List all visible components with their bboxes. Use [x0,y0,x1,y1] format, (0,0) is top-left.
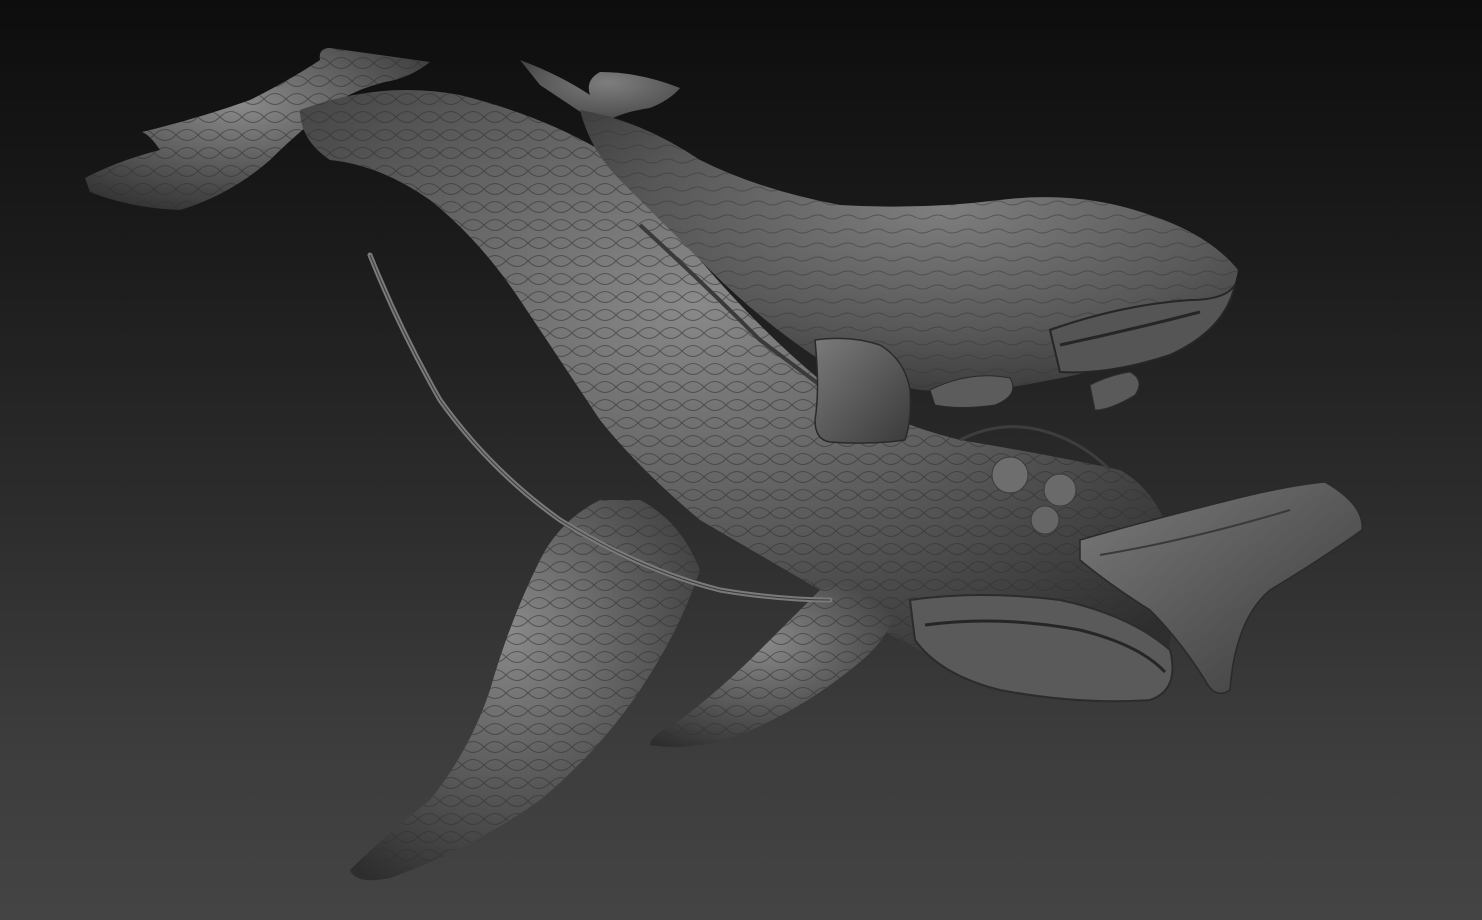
3d-viewport-canvas[interactable] [0,0,1482,920]
sculpt-render [85,48,1363,881]
